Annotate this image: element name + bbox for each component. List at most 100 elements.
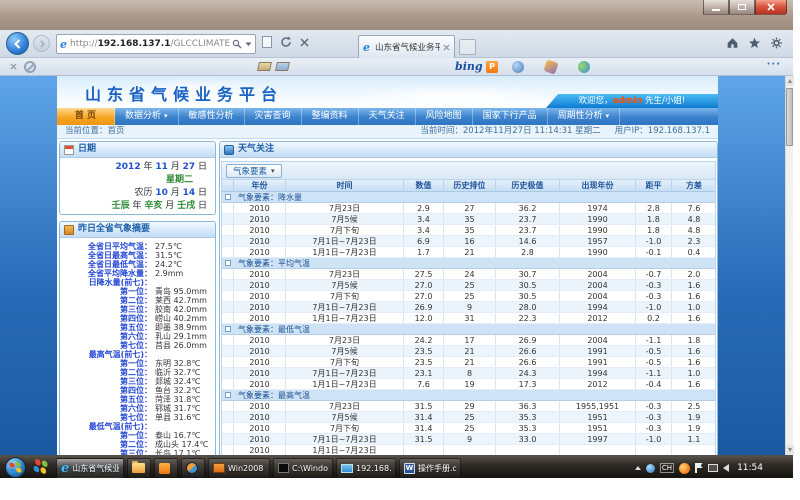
table-row[interactable]: 20107月23日27.52430.72004-0.72.0 <box>222 269 715 280</box>
search-icon[interactable] <box>232 39 242 49</box>
nav-item-5[interactable]: 整编资料 <box>302 108 359 125</box>
bing-logo[interactable]: bing <box>455 60 483 74</box>
close-button[interactable] <box>755 0 787 15</box>
scrollbar-down-arrow[interactable] <box>786 445 794 455</box>
start-button[interactable] <box>5 457 26 478</box>
scrollbar-up-arrow[interactable] <box>786 76 794 86</box>
table-group-row[interactable]: 气象要素：最低气温 <box>222 324 715 335</box>
toolbar-app-icon-1[interactable] <box>512 61 524 73</box>
nav-item-4[interactable]: 灾害查询 <box>245 108 302 125</box>
forward-button[interactable] <box>33 35 50 52</box>
home-icon[interactable] <box>726 37 739 49</box>
blocker-icon[interactable] <box>24 61 36 73</box>
taskbar-button-media-player[interactable] <box>181 458 205 478</box>
table-row[interactable]: 20107月下旬31.42535.31951-0.31.9 <box>222 423 715 434</box>
taskbar-button-ie-window[interactable]: 山东省气候业务平... <box>56 458 124 478</box>
action-center-flag-icon[interactable] <box>695 463 703 473</box>
speaker-icon[interactable] <box>723 464 729 472</box>
table-row[interactable]: 20101月1日~7月23日 <box>222 445 715 455</box>
show-desktop-button[interactable] <box>793 455 800 478</box>
compatibility-view-icon[interactable] <box>262 36 272 48</box>
minimize-button[interactable] <box>703 0 729 15</box>
taskbar-button-explorer[interactable] <box>127 458 151 478</box>
cell: 17 <box>444 335 496 345</box>
toolbar-close-icon[interactable] <box>10 63 17 70</box>
nav-item-8[interactable]: 国家下行产品 <box>473 108 548 125</box>
nav-item-label: 首 页 <box>75 111 96 121</box>
checkbox-icon[interactable] <box>225 326 231 332</box>
nav-item-2[interactable]: 数据分析▾ <box>115 108 179 125</box>
address-field[interactable]: e http://192.168.137.1/GLCCLIMATE/module… <box>56 34 256 54</box>
tools-gear-icon[interactable] <box>770 37 783 49</box>
nav-item-3[interactable]: 敏感性分析 <box>179 108 245 125</box>
vertical-scrollbar[interactable] <box>785 76 793 455</box>
scrollbar-thumb[interactable] <box>786 88 793 146</box>
checkbox-icon[interactable] <box>225 260 231 266</box>
table-row[interactable]: 20107月5候31.42535.31951-0.31.9 <box>222 412 715 423</box>
tab-favicon: e <box>363 42 370 53</box>
table-row[interactable]: 20107月下旬23.52126.61991-0.51.6 <box>222 357 715 368</box>
pinwheel-app-icon[interactable] <box>33 459 50 476</box>
element-filter-button[interactable]: 气象要素 ▾ <box>226 164 282 178</box>
table-row[interactable]: 20101月1日~7月23日12.03122.320120.21.6 <box>222 313 715 324</box>
cell: 23.7 <box>496 214 560 224</box>
tray-app-icon[interactable] <box>646 464 655 473</box>
site-header: 山东省气候业务平台 欢迎您，admin 先生/小姐! <box>57 76 718 108</box>
checkbox-icon[interactable] <box>225 392 231 398</box>
table-row[interactable]: 20107月23日31.52936.31955,1951-0.32.5 <box>222 401 715 412</box>
table-row[interactable]: 20107月5候3.43523.719901.84.8 <box>222 214 715 225</box>
rank-position: 第五位： <box>60 395 152 404</box>
nav-item-6[interactable]: 天气关注 <box>359 108 416 125</box>
cell: 0.4 <box>672 247 715 257</box>
table-row[interactable]: 20107月1日~7月23日31.5933.01997-1.01.1 <box>222 434 715 445</box>
clock[interactable]: 11:54 <box>737 463 763 473</box>
nav-item-9[interactable]: 周期性分析▾ <box>548 108 621 125</box>
network-icon[interactable] <box>708 464 718 472</box>
stop-icon[interactable] <box>300 38 309 47</box>
table-row[interactable]: 20107月1日~7月23日6.91614.61957-1.02.3 <box>222 236 715 247</box>
browser-tab[interactable]: e 山东省气候业务平... <box>358 35 455 58</box>
taskbar-button-vm-win2008[interactable]: Win2008 (VS2... <box>208 458 270 478</box>
taskbar-button-cmd-window[interactable]: C:\Windows\s... <box>273 458 333 478</box>
back-button[interactable] <box>6 32 29 55</box>
table-row[interactable]: 20107月23日24.21726.92004-1.11.8 <box>222 335 715 346</box>
table-group-row[interactable]: 气象要素：降水量 <box>222 192 715 203</box>
maximize-button[interactable] <box>729 0 755 15</box>
taskbar-button-remote-desktop[interactable]: 192.168.59.99... <box>336 458 396 478</box>
table-row[interactable]: 20107月下旬3.43523.719901.84.8 <box>222 225 715 236</box>
table-row[interactable]: 20101月1日~7月23日7.61917.32012-0.41.6 <box>222 379 715 390</box>
toolbar-card-icon-1[interactable] <box>257 62 272 71</box>
cell: 31.4 <box>404 423 444 433</box>
table-row[interactable]: 20107月下旬27.02530.52004-0.31.6 <box>222 291 715 302</box>
table-row[interactable]: 20101月1日~7月23日1.7212.81990-0.10.4 <box>222 247 715 258</box>
cell: -0.5 <box>636 346 672 356</box>
taskbar-button-app-orange[interactable] <box>154 458 178 478</box>
checkbox-icon[interactable] <box>225 194 231 200</box>
rank-entry: 第二位：成山头 17.4℃ <box>60 440 215 449</box>
hidden-icons-arrow[interactable] <box>635 466 641 470</box>
favorites-star-icon[interactable] <box>748 37 761 49</box>
rank-entry: 第五位：即墨 38.9mm <box>60 323 215 332</box>
p-badge-icon[interactable]: P <box>486 61 498 73</box>
tab-close-icon[interactable] <box>443 44 450 51</box>
toolbar-more-button[interactable]: ··· <box>767 59 781 70</box>
table-group-row[interactable]: 气象要素：最高气温 <box>222 390 715 401</box>
taskbar-button-word-doc[interactable]: 操作手册.docx ... <box>399 458 461 478</box>
firefox-icon[interactable] <box>679 463 690 474</box>
cell: 2012 <box>560 379 636 389</box>
refresh-icon[interactable] <box>280 36 292 48</box>
nav-item-1[interactable]: 首 页 <box>57 108 115 125</box>
table-row[interactable]: 20107月5候23.52126.61991-0.51.6 <box>222 346 715 357</box>
nav-item-7[interactable]: 风险地图 <box>416 108 473 125</box>
chevron-down-icon[interactable] <box>245 42 252 47</box>
new-tab-button[interactable] <box>459 39 476 55</box>
table-group-row[interactable]: 气象要素：平均气温 <box>222 258 715 269</box>
toolbar-app-icon-3[interactable] <box>578 61 590 73</box>
toolbar-card-icon-2[interactable] <box>275 62 290 71</box>
table-row[interactable]: 20107月5候27.02530.52004-0.31.6 <box>222 280 715 291</box>
cell: 29 <box>444 401 496 411</box>
table-row[interactable]: 20107月23日2.92736.219742.87.6 <box>222 203 715 214</box>
table-row[interactable]: 20107月1日~7月23日23.1824.31994-1.11.0 <box>222 368 715 379</box>
language-indicator[interactable]: CH <box>660 463 674 473</box>
table-row[interactable]: 20107月1日~7月23日26.9928.01994-1.01.0 <box>222 302 715 313</box>
